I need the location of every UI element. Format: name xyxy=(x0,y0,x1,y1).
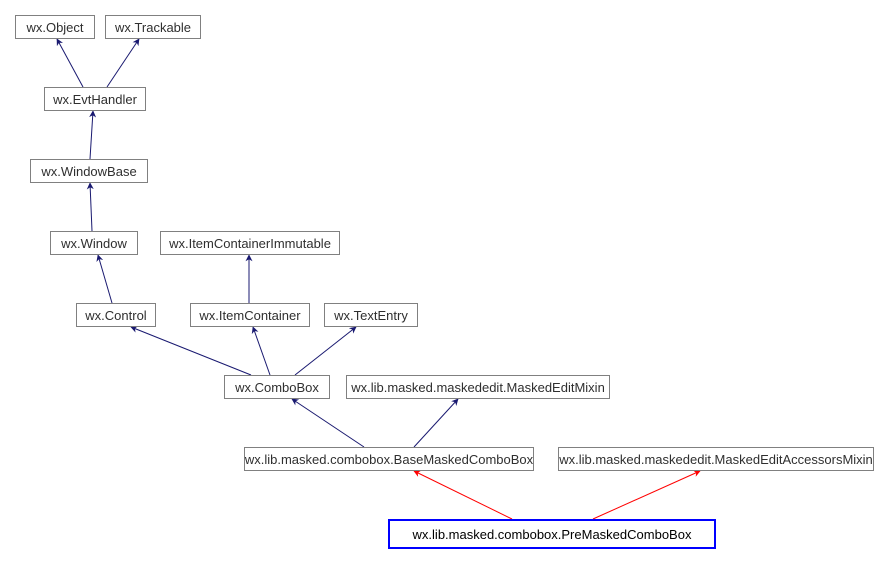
node-label: wx.EvtHandler xyxy=(53,92,137,107)
node-label: wx.Trackable xyxy=(115,20,191,35)
node-label: wx.ItemContainer xyxy=(199,308,300,323)
node-wx-trackable[interactable]: wx.Trackable xyxy=(105,15,201,39)
node-label: wx.Control xyxy=(85,308,146,323)
node-wx-evthandler[interactable]: wx.EvtHandler xyxy=(44,87,146,111)
node-premaskedcombobox[interactable]: wx.lib.masked.combobox.PreMaskedComboBox xyxy=(388,519,716,549)
node-wx-itemcontainer[interactable]: wx.ItemContainer xyxy=(190,303,310,327)
node-label: wx.lib.masked.combobox.PreMaskedComboBox xyxy=(413,527,692,542)
node-label: wx.WindowBase xyxy=(41,164,136,179)
node-label: wx.Window xyxy=(61,236,127,251)
node-wx-combobox[interactable]: wx.ComboBox xyxy=(224,375,330,399)
node-maskededitmixin[interactable]: wx.lib.masked.maskededit.MaskedEditMixin xyxy=(346,375,610,399)
node-wx-itemcontainerimmutable[interactable]: wx.ItemContainerImmutable xyxy=(160,231,340,255)
node-label: wx.TextEntry xyxy=(334,308,408,323)
node-label: wx.Object xyxy=(26,20,83,35)
node-label: wx.ItemContainerImmutable xyxy=(169,236,331,251)
node-label: wx.lib.masked.combobox.BaseMaskedComboBo… xyxy=(245,452,533,467)
node-maskededitaccessorsmixin[interactable]: wx.lib.masked.maskededit.MaskedEditAcces… xyxy=(558,447,874,471)
node-label: wx.lib.masked.maskededit.MaskedEditAcces… xyxy=(559,452,873,467)
node-wx-window[interactable]: wx.Window xyxy=(50,231,138,255)
node-wx-object[interactable]: wx.Object xyxy=(15,15,95,39)
node-label: wx.ComboBox xyxy=(235,380,319,395)
node-wx-windowbase[interactable]: wx.WindowBase xyxy=(30,159,148,183)
node-basemaskedcombobox[interactable]: wx.lib.masked.combobox.BaseMaskedComboBo… xyxy=(244,447,534,471)
node-label: wx.lib.masked.maskededit.MaskedEditMixin xyxy=(351,380,605,395)
inheritance-diagram: wx.Object wx.Trackable wx.EvtHandler wx.… xyxy=(0,0,890,577)
node-wx-textentry[interactable]: wx.TextEntry xyxy=(324,303,418,327)
node-wx-control[interactable]: wx.Control xyxy=(76,303,156,327)
